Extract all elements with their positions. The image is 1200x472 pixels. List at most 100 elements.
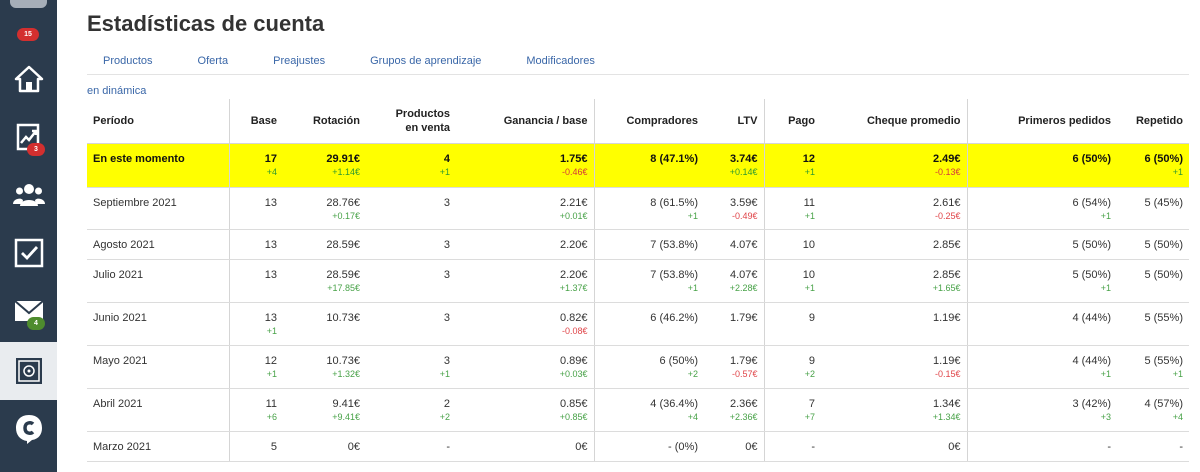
payment-cell: 10 bbox=[763, 229, 821, 260]
cell-value: 6 (46.2%) bbox=[650, 311, 698, 324]
base-cell: 13 bbox=[228, 229, 283, 260]
avg-check-cell: 2.85€ bbox=[821, 229, 967, 260]
cell-delta: +7 bbox=[804, 411, 815, 422]
period-cell: Marzo 2021 bbox=[87, 431, 229, 462]
cell-value: 0.85€ bbox=[559, 397, 588, 410]
cell-value: 4.07€ bbox=[729, 268, 758, 281]
sidebar-item-tasks[interactable] bbox=[0, 224, 57, 282]
cell-delta: +1 bbox=[439, 166, 450, 177]
base-cell: 5 bbox=[228, 431, 283, 462]
sidebar-item-safe[interactable] bbox=[0, 342, 57, 400]
cell-value: 10 bbox=[802, 268, 815, 281]
sidebar: 15 3 4 bbox=[0, 0, 57, 472]
buyers-cell: 8 (47.1%) bbox=[593, 143, 704, 188]
cell-delta: +0.14€ bbox=[729, 166, 758, 177]
first-orders-cell: - bbox=[966, 431, 1117, 462]
products-cell: 2 +2 bbox=[366, 388, 456, 432]
cell-value: 4 (44%) bbox=[1072, 354, 1111, 367]
avg-check-cell: 2.85€ +1.65€ bbox=[821, 259, 967, 303]
cell-value: 7 (53.8%) bbox=[650, 238, 698, 251]
cell-value: 5 (45%) bbox=[1144, 196, 1183, 209]
cell-delta: +1 bbox=[1172, 368, 1183, 379]
sidebar-item-users[interactable] bbox=[0, 166, 57, 224]
cell-delta: +1 bbox=[1100, 368, 1111, 379]
tab-oferta[interactable]: Oferta bbox=[198, 55, 229, 75]
payment-cell: 12 +1 bbox=[763, 143, 821, 188]
first-orders-cell: 3 (42%) +3 bbox=[966, 388, 1117, 432]
chat-logo-icon bbox=[15, 415, 42, 444]
cell-value: 0.89€ bbox=[559, 354, 588, 367]
period-cell: Septiembre 2021 bbox=[87, 187, 229, 230]
cell-value: 17 bbox=[264, 152, 277, 165]
cell-delta: +6 bbox=[266, 411, 277, 422]
page-title: Estadísticas de cuenta bbox=[87, 11, 325, 36]
base-cell: 17 +4 bbox=[228, 143, 283, 188]
cell-value: 9 bbox=[808, 354, 815, 367]
cell-value: 10.73€ bbox=[326, 311, 360, 324]
first-orders-cell: 5 (50%) +1 bbox=[966, 259, 1117, 303]
col-period: Período bbox=[87, 99, 229, 144]
base-cell: 13 bbox=[228, 259, 283, 303]
cell-value: 2.49€ bbox=[932, 152, 961, 165]
payment-cell: 11 +1 bbox=[763, 187, 821, 230]
buyers-cell: 6 (46.2%) bbox=[593, 302, 704, 346]
col-products: Productos en venta bbox=[366, 99, 456, 144]
sidebar-item-stats[interactable] bbox=[0, 108, 57, 166]
cell-value: 8 (47.1%) bbox=[650, 152, 698, 165]
period-cell: Abril 2021 bbox=[87, 388, 229, 432]
col-buyers: Compradores bbox=[593, 99, 704, 144]
notifications-badge: 15 bbox=[17, 28, 39, 41]
tab-productos[interactable]: Productos bbox=[103, 55, 153, 75]
period-cell: Agosto 2021 bbox=[87, 229, 229, 260]
buyers-cell: 7 (53.8%) bbox=[593, 229, 704, 260]
cell-delta: +1 bbox=[439, 368, 450, 379]
safe-icon bbox=[15, 358, 42, 384]
cell-value: 11 bbox=[265, 397, 277, 410]
cell-value: 4 (44%) bbox=[1072, 311, 1111, 324]
cell-value: 10 bbox=[802, 238, 815, 251]
tab-preajustes[interactable]: Preajustes bbox=[273, 55, 325, 75]
cell-value: 5 (50%) bbox=[1072, 238, 1111, 251]
cell-value: 9 bbox=[808, 311, 815, 324]
gain-cell: 2.21€ +0.01€ bbox=[456, 187, 594, 230]
buyers-cell: - (0%) bbox=[593, 431, 704, 462]
tab-grupos-aprendizaje[interactable]: Grupos de aprendizaje bbox=[370, 55, 481, 75]
col-payment: Pago bbox=[763, 99, 821, 144]
cell-value: 0€ bbox=[745, 440, 758, 453]
cell-delta: -0.15€ bbox=[934, 368, 961, 379]
tab-modificadores[interactable]: Modificadores bbox=[526, 55, 594, 75]
mail-badge: 4 bbox=[27, 317, 45, 330]
main-content: Estadísticas de cuenta Productos Oferta … bbox=[57, 0, 1200, 472]
buyers-cell: 7 (53.8%) +1 bbox=[593, 259, 704, 303]
avatar[interactable] bbox=[10, 0, 47, 8]
cell-delta: +2 bbox=[687, 368, 698, 379]
base-cell: 12 +1 bbox=[228, 345, 283, 389]
cell-delta: +1 bbox=[804, 282, 815, 293]
cell-value: 8 (61.5%) bbox=[650, 196, 698, 209]
cell-value: 3 bbox=[443, 354, 450, 367]
sidebar-item-home[interactable] bbox=[0, 50, 57, 108]
gain-cell: 2.20€ +1.37€ bbox=[456, 259, 594, 303]
avg-check-cell: 1.19€ -0.15€ bbox=[821, 345, 967, 389]
repeat-cell: 5 (50%) bbox=[1117, 229, 1189, 260]
col-gain: Ganancia / base bbox=[456, 99, 594, 144]
gain-cell: 0.89€ +0.03€ bbox=[456, 345, 594, 389]
sidebar-item-mail[interactable] bbox=[0, 282, 57, 340]
payment-cell: 7 +7 bbox=[763, 388, 821, 432]
first-orders-cell: 6 (50%) bbox=[966, 143, 1117, 188]
sidebar-item-chat[interactable] bbox=[0, 400, 57, 458]
avg-check-cell: 2.49€ -0.13€ bbox=[821, 143, 967, 188]
cell-value: 2.85€ bbox=[932, 268, 961, 281]
cell-delta: +1 bbox=[266, 325, 277, 336]
dynamics-link[interactable]: en dinámica bbox=[87, 85, 146, 97]
cell-value: 13 bbox=[264, 268, 277, 281]
payment-cell: 9 bbox=[763, 302, 821, 346]
rotation-cell: 10.73€ +1.32€ bbox=[283, 345, 366, 389]
cell-delta: +17.85€ bbox=[327, 282, 360, 293]
period-cell: Julio 2021 bbox=[87, 259, 229, 303]
repeat-cell: 5 (45%) bbox=[1117, 187, 1189, 230]
cell-delta: +1.34€ bbox=[932, 411, 961, 422]
cell-value: 3.74€ bbox=[729, 152, 758, 165]
cell-value: 4 (36.4%) bbox=[650, 397, 698, 410]
cell-delta: -0.46€ bbox=[561, 166, 588, 177]
